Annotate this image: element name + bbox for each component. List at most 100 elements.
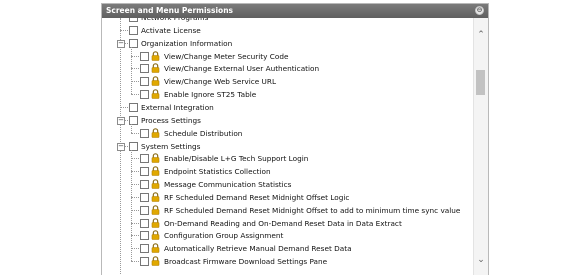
tree-connector bbox=[131, 235, 139, 237]
tree-connector bbox=[131, 196, 139, 198]
tree-item[interactable]: Schedule Distribution bbox=[102, 127, 474, 140]
tree-connector bbox=[131, 209, 139, 211]
tree-item[interactable]: − Organization Information bbox=[102, 37, 474, 50]
tree-expander-icon[interactable]: − bbox=[117, 116, 125, 125]
tree-item-label: Process Settings bbox=[141, 115, 201, 125]
tree-item-label: Organization Information bbox=[141, 38, 233, 48]
tree-connector bbox=[131, 132, 139, 134]
tree-connector bbox=[120, 106, 128, 108]
tree-item-label: Enable Ignore ST25 Table bbox=[164, 90, 257, 100]
permission-checkbox[interactable] bbox=[129, 25, 138, 35]
scrollbar-thumb[interactable] bbox=[476, 70, 485, 95]
lock-icon bbox=[151, 204, 160, 215]
tree-child-guide-line bbox=[131, 123, 132, 133]
collapse-icon[interactable]: ⊖ bbox=[475, 6, 484, 15]
permission-checkbox[interactable] bbox=[140, 205, 149, 215]
panel-header: Screen and Menu Permissions ⊖ bbox=[102, 4, 488, 18]
tree-item-label: External Integration bbox=[141, 102, 214, 112]
tree-item-label: Message Communication Statistics bbox=[164, 180, 292, 190]
tree-item[interactable]: On-Demand Reading and On-Demand Reset Da… bbox=[102, 217, 474, 230]
lock-icon bbox=[151, 63, 160, 74]
tree-item[interactable]: Enable Ignore ST25 Table bbox=[102, 88, 474, 101]
permission-checkbox[interactable] bbox=[140, 218, 149, 228]
tree-item-label: Broadcast Firmware Download Settings Pan… bbox=[164, 257, 328, 267]
permission-checkbox[interactable] bbox=[140, 51, 149, 61]
vertical-scrollbar[interactable]: ⌃ ⌄ bbox=[473, 18, 488, 275]
tree-item-label: System Settings bbox=[141, 141, 201, 151]
tree-item[interactable]: − Process Settings bbox=[102, 114, 474, 127]
tree-item[interactable]: Broadcast Firmware Download Settings Pan… bbox=[102, 255, 474, 268]
permission-checkbox[interactable] bbox=[140, 154, 149, 164]
permission-checkbox[interactable] bbox=[140, 167, 149, 177]
lock-icon bbox=[151, 76, 160, 87]
tree-item-label: On-Demand Reading and On-Demand Reset Da… bbox=[164, 218, 402, 228]
tree-item[interactable]: Endpoint Statistics Collection bbox=[102, 165, 474, 178]
lock-icon bbox=[151, 230, 160, 241]
tree-item[interactable]: External Integration bbox=[102, 101, 474, 114]
tree-item[interactable]: Enable/Disable L+G Tech Support Login bbox=[102, 152, 474, 165]
tree-item[interactable]: Automatically Retrieve Manual Demand Res… bbox=[102, 242, 474, 255]
tree-child-guide-line bbox=[131, 149, 132, 262]
tree-item[interactable]: View/Change Meter Security Code bbox=[102, 50, 474, 63]
tree-item[interactable]: View/Change External User Authentication bbox=[102, 62, 474, 75]
tree-item[interactable]: View/Change Web Service URL bbox=[102, 75, 474, 88]
lock-icon bbox=[151, 179, 160, 189]
permission-checkbox[interactable] bbox=[140, 64, 149, 74]
panel-title: Screen and Menu Permissions bbox=[106, 6, 234, 15]
tree-expander-icon[interactable]: − bbox=[117, 39, 125, 48]
tree-item[interactable]: − System Settings bbox=[102, 140, 474, 153]
tree-item-label: View/Change Meter Security Code bbox=[164, 51, 289, 61]
tree-item[interactable]: Configuration Group Assignment bbox=[102, 229, 474, 242]
tree-connector bbox=[120, 29, 128, 31]
permission-checkbox[interactable] bbox=[140, 231, 149, 241]
tree-item[interactable]: Message Communication Statistics bbox=[102, 178, 474, 191]
lock-icon bbox=[151, 50, 160, 61]
permission-checkbox[interactable] bbox=[140, 77, 149, 87]
tree-connector bbox=[131, 261, 139, 263]
tree-item-label: Endpoint Statistics Collection bbox=[164, 167, 271, 177]
permission-checkbox[interactable] bbox=[129, 18, 138, 22]
permission-checkbox[interactable] bbox=[129, 102, 138, 112]
tree-connector bbox=[131, 222, 139, 224]
tree-connector bbox=[131, 81, 139, 83]
tree-child-guide-line bbox=[131, 46, 132, 95]
tree-item-label: Configuration Group Assignment bbox=[164, 231, 284, 241]
tree-connector bbox=[131, 94, 139, 96]
lock-icon bbox=[151, 127, 160, 138]
tree-item-label: Activate License bbox=[141, 25, 201, 35]
lock-icon bbox=[151, 89, 160, 99]
tree-item[interactable]: RF Scheduled Demand Reset Midnight Offse… bbox=[102, 191, 474, 204]
lock-icon bbox=[151, 166, 160, 176]
lock-icon bbox=[151, 217, 160, 228]
scroll-down-icon[interactable]: ⌄ bbox=[474, 255, 488, 265]
tree-item-label: Schedule Distribution bbox=[164, 128, 243, 138]
permission-checkbox[interactable] bbox=[140, 90, 149, 100]
tree-item-label: View/Change Web Service URL bbox=[164, 77, 277, 87]
lock-icon bbox=[151, 256, 160, 266]
tree-connector bbox=[131, 68, 139, 70]
tree-item-label: RF Scheduled Demand Reset Midnight Offse… bbox=[164, 205, 461, 215]
tree-expander-icon[interactable]: − bbox=[117, 142, 125, 151]
tree-connector bbox=[131, 158, 139, 160]
tree-item-label: Enable/Disable L+G Tech Support Login bbox=[164, 154, 309, 164]
permissions-panel: Screen and Menu Permissions ⊖ Network Pr… bbox=[101, 3, 489, 275]
permission-checkbox[interactable] bbox=[140, 180, 149, 190]
tree-connector bbox=[131, 248, 139, 250]
tree-item[interactable]: Activate License bbox=[102, 24, 474, 37]
scroll-up-icon[interactable]: ⌃ bbox=[474, 30, 488, 40]
permissions-tree: Network ProgramsActivate License−Organiz… bbox=[102, 18, 474, 275]
tree-connector bbox=[131, 55, 139, 57]
tree-connector bbox=[131, 171, 139, 173]
permission-checkbox[interactable] bbox=[140, 192, 149, 202]
permission-checkbox[interactable] bbox=[140, 244, 149, 254]
lock-icon bbox=[151, 243, 160, 254]
tree-item-label: Automatically Retrieve Manual Demand Res… bbox=[164, 244, 352, 254]
tree-item[interactable]: RF Scheduled Demand Reset Midnight Offse… bbox=[102, 204, 474, 217]
permission-checkbox[interactable] bbox=[140, 257, 149, 267]
permission-checkbox[interactable] bbox=[140, 128, 149, 138]
lock-icon bbox=[151, 153, 160, 164]
tree-item-label: View/Change External User Authentication bbox=[164, 64, 320, 74]
tree-connector bbox=[131, 184, 139, 186]
lock-icon bbox=[151, 192, 160, 202]
tree-item-label: RF Scheduled Demand Reset Midnight Offse… bbox=[164, 192, 350, 202]
